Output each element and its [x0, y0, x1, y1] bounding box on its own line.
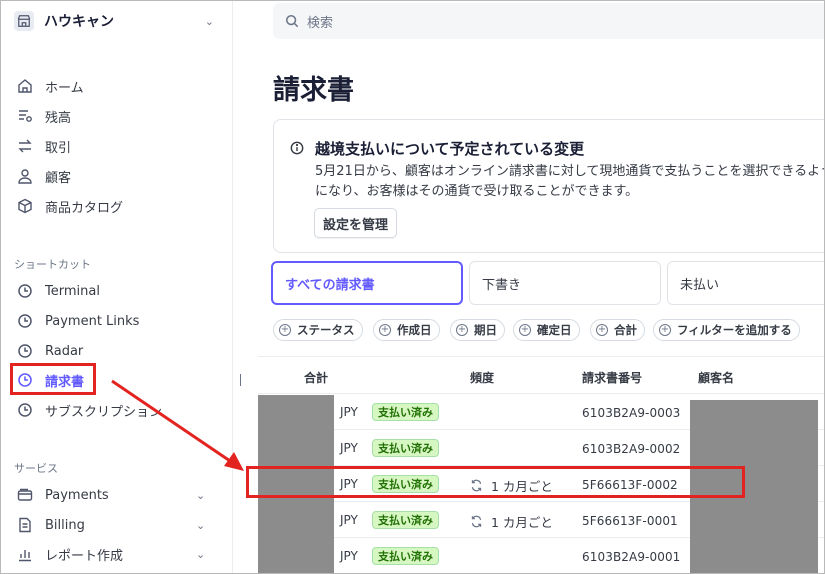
- annotation-row-highlight: [246, 466, 745, 498]
- manage-settings-button[interactable]: 設定を管理: [314, 208, 398, 238]
- sidebar-item-label: 顧客: [45, 170, 72, 186]
- filter-label: 合計: [614, 323, 637, 337]
- sidebar-item-reports[interactable]: レポート作成 ⌄: [16, 542, 216, 566]
- filter-finalized[interactable]: + 確定日: [513, 319, 580, 341]
- billing-icon: [16, 516, 34, 534]
- status-badge: 支払い済み: [372, 547, 439, 565]
- column-header-customer-name[interactable]: 顧客名: [698, 369, 734, 386]
- recurring-icon: [471, 515, 482, 528]
- column-header-invoice-number[interactable]: 請求書番号: [582, 369, 642, 386]
- sidebar-item-label: 商品カタログ: [45, 200, 124, 216]
- tab-unpaid[interactable]: 未払い: [667, 261, 825, 305]
- clock-icon: [16, 312, 34, 330]
- status-badge: 支払い済み: [372, 439, 439, 457]
- table-header: 合計 頻度 請求書番号 顧客名: [258, 356, 825, 394]
- sidebar-item-terminal[interactable]: Terminal: [16, 279, 100, 303]
- sidebar-item-billing[interactable]: Billing ⌄: [16, 513, 216, 537]
- invoice-number: 6103B2A9-0002: [582, 442, 681, 456]
- filter-total[interactable]: + 合計: [590, 319, 645, 341]
- clock-icon: [16, 342, 34, 360]
- status-badge: 支払い済み: [372, 511, 439, 529]
- tab-all-invoices[interactable]: すべての請求書: [271, 261, 463, 305]
- invoice-number: 5F66613F-0001: [582, 514, 678, 528]
- filter-status[interactable]: + ステータス: [273, 319, 363, 341]
- clock-icon: [16, 401, 34, 419]
- store-icon: [14, 11, 34, 31]
- payments-icon: [16, 486, 34, 504]
- home-icon: [16, 77, 34, 95]
- invoice-number: 6103B2A9-0001: [582, 550, 681, 564]
- sidebar-item-label: ホーム: [45, 80, 84, 96]
- sidebar-item-label: Payment Links: [45, 313, 140, 329]
- transactions-icon: [16, 137, 34, 155]
- filter-created[interactable]: + 作成日: [373, 319, 440, 341]
- invoice-number: 6103B2A9-0003: [582, 406, 681, 420]
- frequency-label: 1 カ月ごと: [491, 515, 553, 530]
- sidebar-item-label: Radar: [45, 343, 84, 359]
- sidebar-item-radar[interactable]: Radar: [16, 339, 83, 363]
- search-icon: [285, 14, 307, 28]
- status-badge: 支払い済み: [372, 403, 439, 421]
- plus-icon: +: [279, 324, 291, 336]
- tab-drafts[interactable]: 下書き: [469, 261, 661, 305]
- column-header-total[interactable]: 合計: [304, 369, 328, 386]
- clock-icon: [16, 282, 34, 300]
- sidebar-item-label: Billing: [45, 517, 85, 533]
- chevron-down-icon: ⌄: [196, 488, 206, 502]
- chevron-down-icon: ⌄: [196, 547, 206, 561]
- frequency: 1 カ月ごと: [470, 512, 553, 531]
- report-icon: [16, 545, 34, 563]
- add-filter-button[interactable]: + フィルターを追加する: [653, 319, 800, 341]
- notice-banner: 越境支払いについて予定されている変更 5月21日から、顧客はオンライン請求書に対…: [273, 119, 825, 253]
- notice-body: 5月21日から、顧客はオンライン請求書に対して現地通貨で支払うことを選択できるよ…: [315, 164, 825, 199]
- notice-title: 越境支払いについて予定されている変更: [315, 140, 585, 158]
- sidebar-item-products[interactable]: 商品カタログ: [16, 194, 123, 218]
- product-icon: [16, 197, 34, 215]
- info-icon: [290, 141, 304, 155]
- plus-icon: +: [596, 324, 608, 336]
- sidebar-item-payment-links[interactable]: Payment Links: [16, 309, 139, 333]
- filter-label: 確定日: [537, 323, 572, 337]
- sidebar-item-balance[interactable]: 残高: [16, 104, 71, 128]
- filter-label: ステータス: [297, 323, 355, 337]
- sidebar-item-label: 取引: [45, 140, 72, 156]
- plus-icon: +: [519, 324, 531, 336]
- sidebar-item-label: Terminal: [45, 283, 100, 299]
- column-header-frequency[interactable]: 頻度: [470, 369, 494, 386]
- account-switcher[interactable]: ハウキャン ⌄: [14, 10, 214, 32]
- search-placeholder: 検索: [307, 15, 334, 31]
- shortcuts-section-label: ショートカット: [14, 258, 91, 271]
- currency: JPY: [340, 441, 358, 455]
- currency: JPY: [340, 549, 358, 563]
- sidebar-item-transactions[interactable]: 取引: [16, 134, 71, 158]
- sidebar-item-payments[interactable]: Payments ⌄: [16, 483, 216, 507]
- filter-due-date[interactable]: + 期日: [450, 319, 505, 341]
- chevron-down-icon: ⌄: [196, 518, 206, 532]
- sidebar: ハウキャン ⌄ ホーム 残高 取引 顧客 商品カタログ ショートカット Term…: [0, 0, 233, 574]
- services-section-label: サービス: [14, 462, 58, 475]
- search-input[interactable]: 検索: [273, 3, 825, 39]
- annotation-highlight-box: [10, 363, 96, 395]
- plus-icon: +: [456, 324, 468, 336]
- filter-label: 期日: [474, 323, 497, 337]
- filter-label: フィルターを追加する: [677, 323, 792, 337]
- currency: JPY: [340, 513, 358, 527]
- divider: [240, 374, 241, 386]
- sidebar-item-label: Payments: [45, 487, 109, 503]
- account-name: ハウキャン: [44, 14, 114, 30]
- sidebar-item-home[interactable]: ホーム: [16, 74, 84, 98]
- plus-icon: +: [379, 324, 391, 336]
- customer-icon: [16, 167, 34, 185]
- currency: JPY: [340, 405, 358, 419]
- page-title: 請求書: [273, 75, 354, 106]
- sidebar-item-label: サブスクリプション: [45, 404, 163, 420]
- filter-label: 作成日: [397, 323, 432, 337]
- sidebar-item-label: レポート作成: [45, 548, 124, 564]
- chevron-down-icon: ⌄: [204, 14, 214, 28]
- plus-icon: +: [659, 324, 671, 336]
- sidebar-item-customers[interactable]: 顧客: [16, 164, 71, 188]
- sidebar-item-label: 残高: [45, 110, 72, 126]
- sidebar-item-subscriptions[interactable]: サブスクリプション: [16, 398, 162, 422]
- balance-icon: [16, 107, 34, 125]
